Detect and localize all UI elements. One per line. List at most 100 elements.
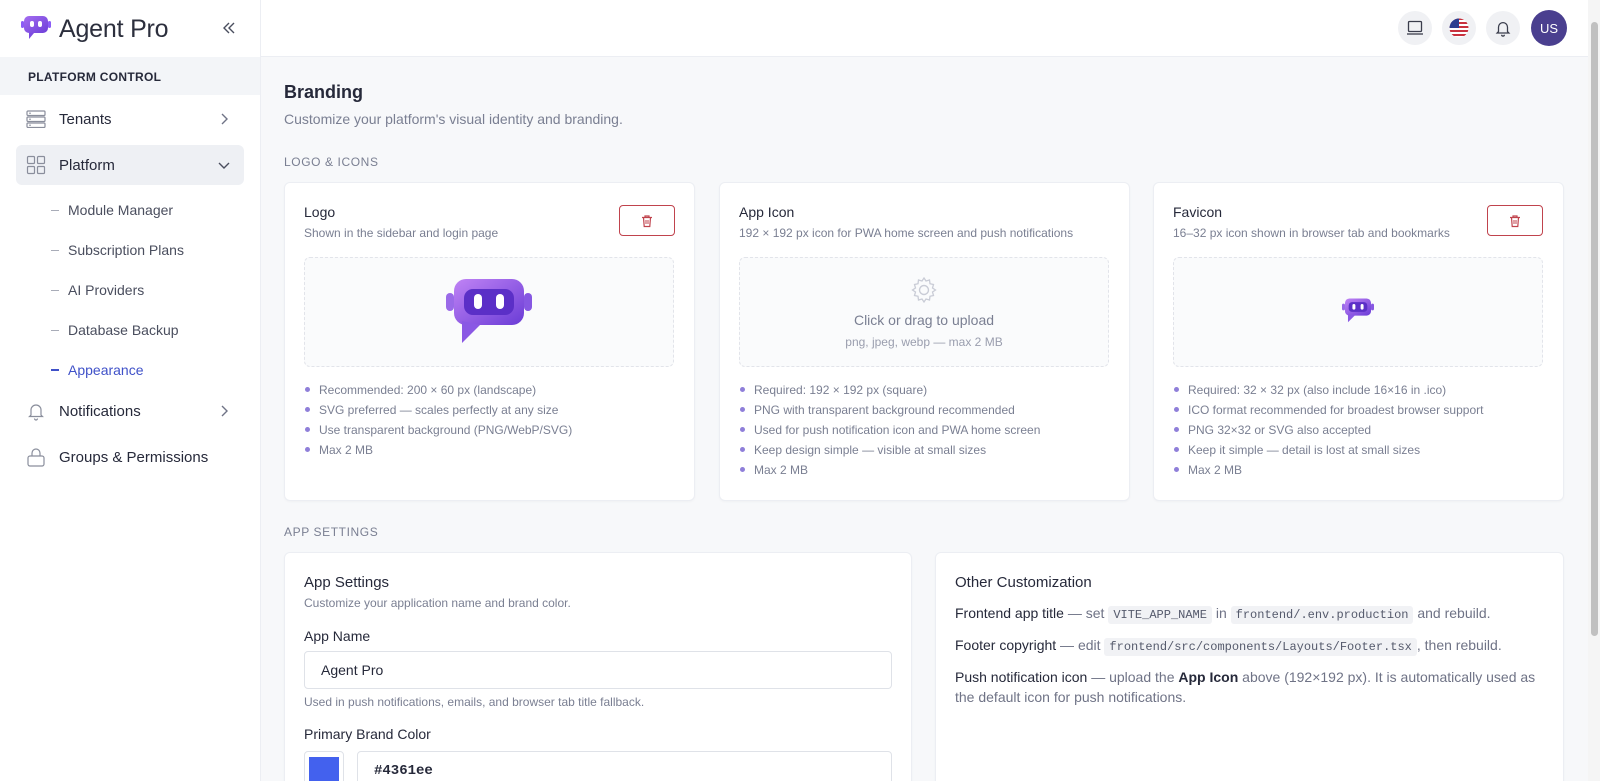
app-icon-requirements: Required: 192 × 192 px (square) PNG with… (740, 382, 1040, 482)
upload-hint: Click or drag to upload (853, 311, 995, 328)
app-icon-dropzone[interactable]: Click or drag to upload png, jpeg, webp … (739, 257, 1109, 367)
section-label-logo-icons: LOGO & ICONS (284, 155, 379, 169)
robot-favicon-icon (1342, 297, 1374, 328)
list-item: Required: 192 × 192 px (square) (740, 382, 1040, 402)
note-text: — set (1063, 605, 1109, 621)
list-item: Use transparent background (PNG/WebP/SVG… (305, 422, 572, 442)
app-name-help: Used in push notifications, emails, and … (304, 695, 645, 709)
sidebar-item-tenants[interactable]: Tenants (16, 99, 244, 139)
display-mode-button[interactable] (1398, 11, 1432, 45)
card-title: Logo (304, 204, 336, 220)
sidebar-item-platform[interactable]: Platform (16, 145, 244, 185)
chevron-right-icon (216, 403, 232, 419)
color-swatch (309, 757, 339, 781)
page-subtitle: Customize your platform's visual identit… (284, 111, 623, 127)
note-heading: Push notification icon (955, 669, 1088, 685)
us-flag-icon (1449, 18, 1469, 38)
note-text: and rebuild. (1413, 605, 1491, 621)
list-item: Max 2 MB (1174, 462, 1483, 482)
logo-requirements: Recommended: 200 × 60 px (landscape) SVG… (305, 382, 572, 462)
notifications-button[interactable] (1486, 11, 1520, 45)
card-title: Other Customization (955, 574, 1092, 591)
user-avatar[interactable]: US (1531, 10, 1567, 46)
footer-copyright-note: Footer copyright — edit frontend/src/com… (955, 635, 1545, 657)
sidebar: Agent Pro PLATFORM CONTROL Tenants Platf… (0, 0, 261, 781)
push-icon-note: Push notification icon — upload the App … (955, 667, 1545, 707)
scrollbar-thumb[interactable] (1591, 22, 1598, 636)
note-text: in (1211, 605, 1231, 621)
sidebar-subitem-database-backup[interactable]: Database Backup (51, 319, 179, 341)
sidebar-item-groups-permissions[interactable]: Groups & Permissions (16, 437, 244, 477)
list-item: SVG preferred — scales perfectly at any … (305, 402, 572, 422)
logo-dropzone[interactable] (304, 257, 674, 367)
lock-icon (26, 447, 46, 467)
brand-color-input[interactable] (357, 751, 892, 781)
list-item: Max 2 MB (305, 442, 572, 462)
sidebar-subitem-subscription-plans[interactable]: Subscription Plans (51, 239, 184, 261)
bell-icon (26, 401, 46, 421)
note-text: — edit (1056, 637, 1105, 653)
list-item: Keep it simple — detail is lost at small… (1174, 442, 1483, 462)
trash-icon (642, 214, 652, 227)
card-desc: 16–32 px icon shown in browser tab and b… (1173, 226, 1450, 240)
code-snippet: frontend/src/components/Layouts/Footer.t… (1104, 638, 1417, 656)
favicon-requirements: Required: 32 × 32 px (also include 16×16… (1174, 382, 1483, 482)
brand-name: Agent Pro (59, 14, 169, 43)
list-item: PNG with transparent background recommen… (740, 402, 1040, 422)
sidebar-item-label: Notifications (59, 402, 141, 420)
code-snippet: frontend/.env.production (1230, 606, 1414, 624)
app-name-input[interactable] (304, 651, 892, 689)
app-icon-card: App Icon 192 × 192 px icon for PWA home … (719, 182, 1130, 501)
code-snippet: VITE_APP_NAME (1108, 606, 1212, 624)
upload-formats: png, jpeg, webp — max 2 MB (845, 334, 1003, 349)
color-picker-button[interactable] (304, 751, 344, 781)
subitem-label: Subscription Plans (68, 242, 184, 258)
double-chevron-left-icon (223, 22, 235, 34)
favicon-card: Favicon 16–32 px icon shown in browser t… (1153, 182, 1564, 501)
list-item: Recommended: 200 × 60 px (landscape) (305, 382, 572, 402)
delete-logo-button[interactable] (619, 205, 675, 236)
sidebar-item-label: Groups & Permissions (59, 448, 209, 466)
sidebar-subitem-module-manager[interactable]: Module Manager (51, 199, 173, 221)
dash-icon (51, 249, 59, 251)
server-icon (26, 109, 46, 129)
subitem-label: Appearance (68, 362, 144, 378)
other-customization-card: Other Customization Frontend app title —… (935, 552, 1564, 781)
sidebar-item-label: Platform (59, 156, 115, 174)
sidebar-item-notifications[interactable]: Notifications (16, 391, 244, 431)
list-item: ICO format recommended for broadest brow… (1174, 402, 1483, 422)
app-name-label: App Name (304, 628, 371, 644)
note-text: , then rebuild. (1416, 637, 1502, 653)
bell-icon (1495, 21, 1511, 37)
list-item: Required: 32 × 32 px (also include 16×16… (1174, 382, 1483, 402)
card-desc: 192 × 192 px icon for PWA home screen an… (739, 226, 1074, 240)
robot-logo-icon (446, 277, 532, 348)
list-item: Used for push notification icon and PWA … (740, 422, 1040, 442)
note-emphasis: App Icon (1178, 669, 1239, 685)
delete-favicon-button[interactable] (1487, 205, 1543, 236)
trash-icon (1510, 214, 1520, 227)
sidebar-section-header: PLATFORM CONTROL (0, 57, 260, 95)
app-settings-card: App Settings Customize your application … (284, 552, 912, 781)
sidebar-subitem-ai-providers[interactable]: AI Providers (51, 279, 144, 301)
note-heading: Footer copyright (955, 637, 1057, 653)
brand-color-label: Primary Brand Color (304, 726, 431, 742)
card-desc: Customize your application name and bran… (304, 596, 571, 610)
dash-icon (51, 209, 59, 211)
language-button[interactable] (1442, 11, 1476, 45)
logo-card: Logo Shown in the sidebar and login page… (284, 182, 695, 501)
sidebar-subitem-appearance[interactable]: Appearance (51, 359, 144, 381)
note-heading: Frontend app title (955, 605, 1064, 621)
chevron-down-icon (216, 157, 232, 173)
brand[interactable]: Agent Pro (21, 14, 169, 44)
chevron-right-icon (216, 111, 232, 127)
note-text: — upload the (1087, 669, 1179, 685)
page-title: Branding (284, 82, 363, 102)
dash-icon (51, 289, 59, 291)
grid-icon (26, 155, 46, 175)
card-title: App Settings (304, 574, 390, 591)
sidebar-item-label: Tenants (59, 110, 112, 128)
collapse-sidebar-button[interactable] (219, 18, 239, 38)
section-label-app-settings: APP SETTINGS (284, 525, 379, 539)
favicon-dropzone[interactable] (1173, 257, 1543, 367)
